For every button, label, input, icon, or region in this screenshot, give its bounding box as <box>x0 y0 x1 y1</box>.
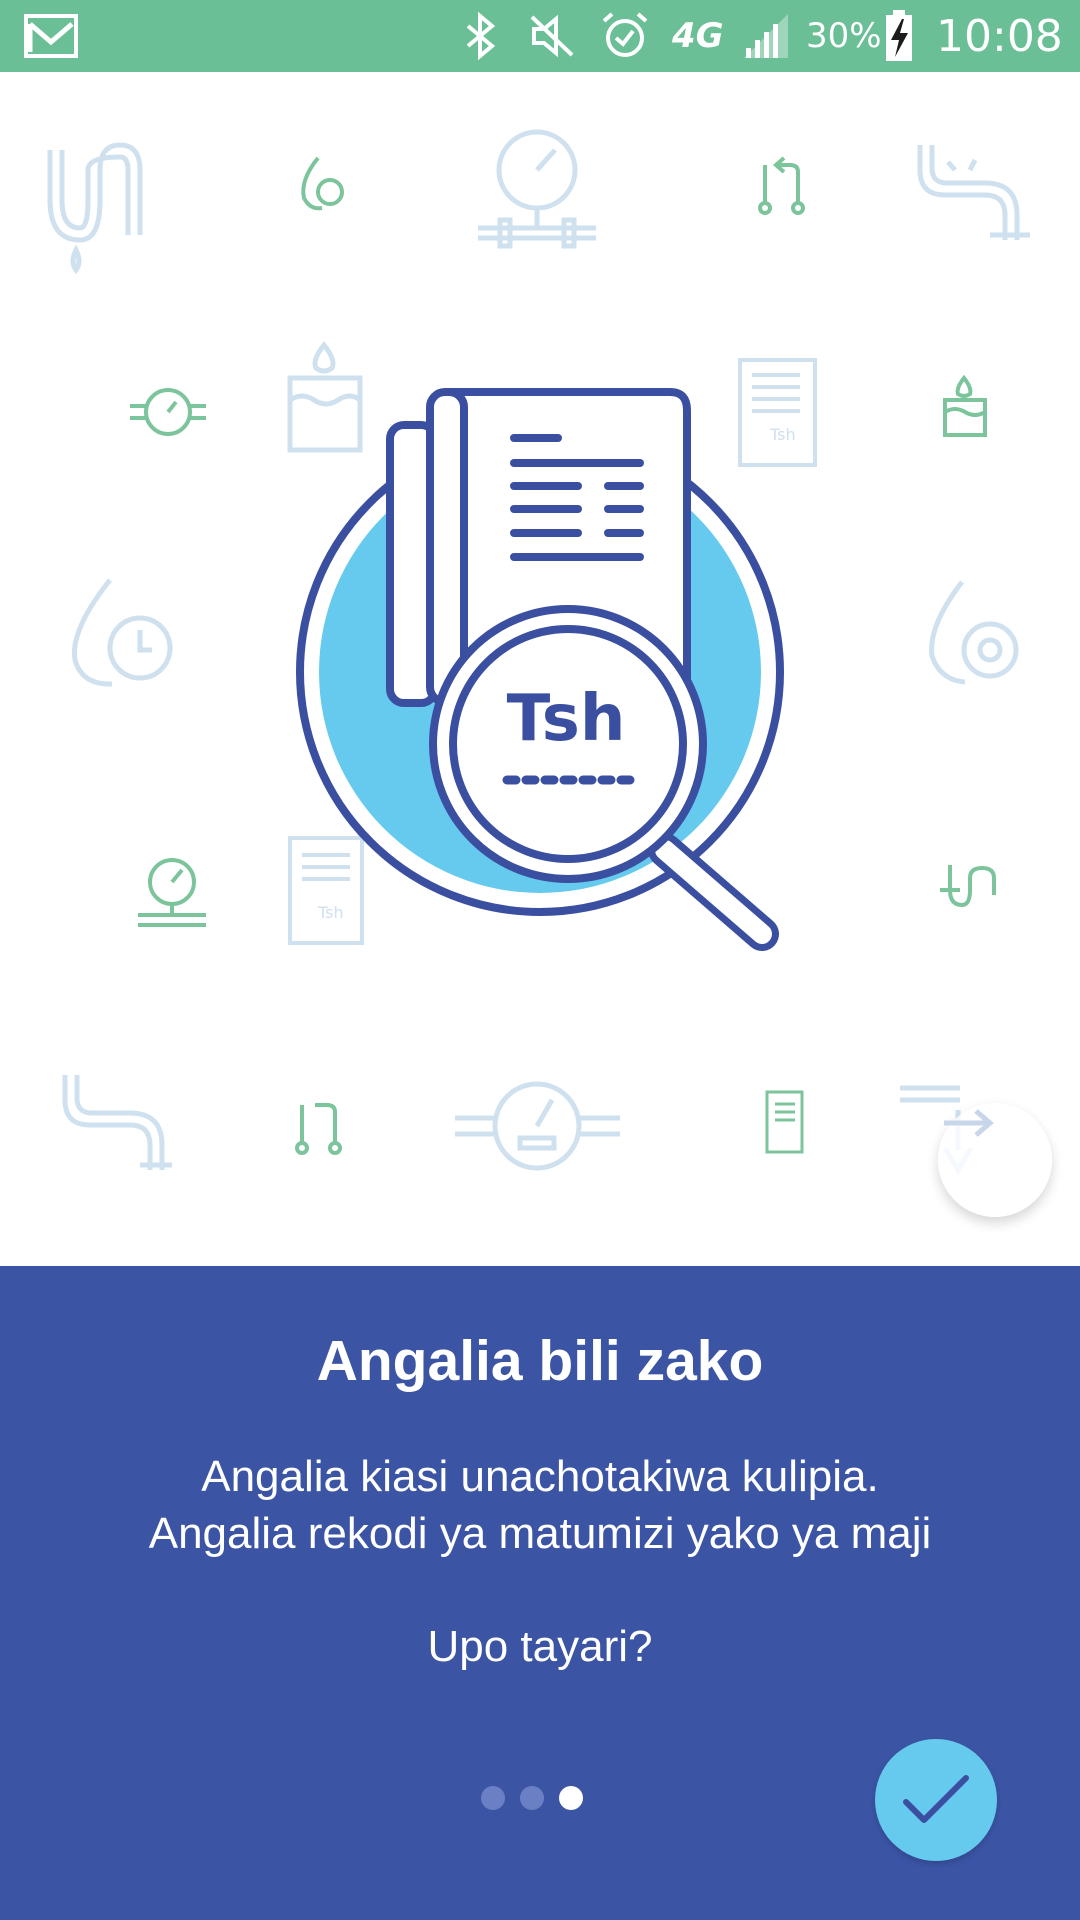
pipe-branch-icon <box>758 156 805 215</box>
pipe-trap-icon-small <box>940 865 996 908</box>
receipt-icon-large: Tsh <box>288 836 364 945</box>
description-line-1: Angalia kiasi unachotakiwa kulipia. <box>201 1452 879 1501</box>
svg-text:Tsh: Tsh <box>317 903 344 922</box>
mute-icon <box>528 0 576 72</box>
water-meter-icon-bottom <box>455 1081 620 1171</box>
page-indicator-dot-3[interactable] <box>559 1786 583 1810</box>
bluetooth-icon <box>462 0 500 72</box>
drop-gear-icon-large <box>929 580 1019 685</box>
description-line-2: Angalia rekodi ya matumizi yako ya maji <box>148 1509 932 1558</box>
drop-clock-icon <box>71 578 173 687</box>
background-pattern: Tsh Tsh Tsh <box>47 129 1030 1175</box>
water-meter-icon <box>130 388 206 436</box>
drop-gear-icon <box>301 156 344 211</box>
onboarding-illustration: Tsh Tsh Tsh <box>0 72 1080 1266</box>
next-button-overlay[interactable] <box>938 1103 1052 1217</box>
page-indicator-dot-1[interactable] <box>481 1786 505 1810</box>
pipe-leak-icon <box>917 145 1030 240</box>
onboarding-title: Angalia bili zako <box>316 1329 764 1393</box>
ready-prompt: Upo tayari? <box>427 1622 653 1671</box>
currency-label: Tsh <box>507 682 626 756</box>
onboarding-description: Angalia kiasi unachotakiwa kulipia. Anga… <box>0 1448 1080 1562</box>
pressure-gauge-icon <box>478 129 596 249</box>
svg-text:Tsh: Tsh <box>769 425 796 444</box>
checkmark-icon <box>903 1775 969 1823</box>
status-bar: 4G 30% 10:08 <box>0 0 1080 72</box>
network-type-label: 4G <box>672 16 724 56</box>
page-indicator-dot-2[interactable] <box>520 1786 544 1810</box>
bill-magnifier-illustration: Tsh <box>296 388 784 951</box>
receipt-icon: Tsh <box>738 358 817 467</box>
gmail-icon <box>24 0 78 72</box>
battery-charging-icon <box>884 0 914 72</box>
pressure-gauge-icon-small <box>138 858 206 927</box>
clock: 10:08 <box>936 10 1063 62</box>
battery-percent: 30% <box>806 16 882 56</box>
done-button[interactable] <box>875 1739 997 1861</box>
water-tank-icon-small <box>943 374 987 437</box>
pipe-leak-icon-bottom <box>62 1075 172 1170</box>
water-tank-icon <box>287 340 363 453</box>
pipe-trap-icon <box>47 142 143 275</box>
signal-icon <box>740 0 792 72</box>
pipe-branch-icon-bottom <box>295 1103 342 1155</box>
alarm-icon <box>600 0 650 72</box>
receipt-icon-small <box>765 1090 804 1154</box>
